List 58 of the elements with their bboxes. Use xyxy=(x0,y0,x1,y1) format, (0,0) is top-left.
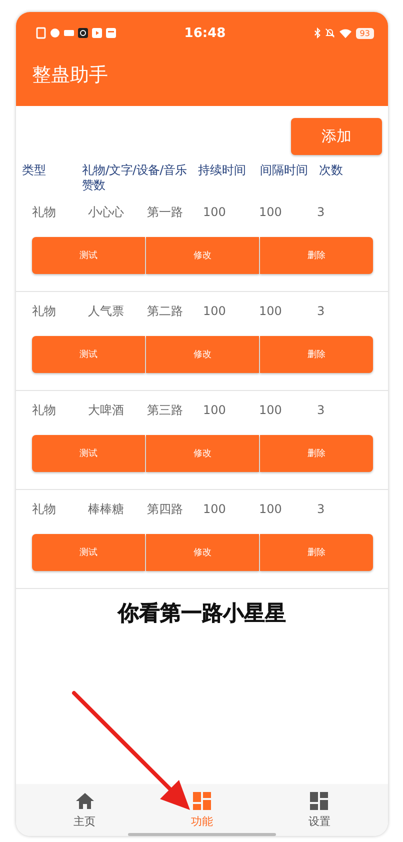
table-cell-text: 100 xyxy=(203,502,227,516)
table-cell-text: 100 xyxy=(203,304,227,318)
column-header: 持续时间 xyxy=(198,163,247,178)
test-button[interactable]: 测试 xyxy=(32,534,145,571)
table-cell-text: 第四路 xyxy=(147,500,184,518)
edit-button[interactable]: 修改 xyxy=(146,435,259,472)
column-header: 类型 xyxy=(22,163,47,178)
column-header: 礼物/文字/设备/音乐赞数 xyxy=(82,163,188,193)
table-cell-text: 3 xyxy=(317,205,326,219)
column-header: 间隔时间 xyxy=(260,163,309,178)
table-cell-text: 100 xyxy=(203,403,227,417)
play-icon xyxy=(92,27,102,39)
table-cell-text: 棒棒糖 xyxy=(88,500,125,518)
table-cell-text: 3 xyxy=(317,403,326,417)
table-cell-text: 100 xyxy=(259,502,283,516)
nav-tab[interactable]: 功能 xyxy=(162,784,242,836)
test-button[interactable]: 测试 xyxy=(32,435,145,472)
status-time: 16:48 xyxy=(184,26,226,40)
table-cell-text: 第三路 xyxy=(147,402,184,418)
mute-icon xyxy=(324,27,335,39)
edit-button[interactable]: 修改 xyxy=(146,534,259,571)
dashboard-icon xyxy=(309,791,330,811)
table-cell-text: 礼物 xyxy=(32,402,57,418)
table-cell-text: 3 xyxy=(317,304,326,318)
column-header: 次数 xyxy=(319,163,344,178)
subtitle-caption: 你看第一路小星星 xyxy=(118,600,286,627)
home-icon xyxy=(74,791,95,811)
delete-button[interactable]: 删除 xyxy=(260,534,373,571)
table-cell-text: 100 xyxy=(259,205,283,219)
bluetooth-icon xyxy=(314,27,321,39)
table-cell-text: 大啤酒 xyxy=(88,402,125,418)
app-icon xyxy=(78,27,88,39)
battery-indicator: 93 xyxy=(356,28,374,38)
edit-button[interactable]: 修改 xyxy=(146,336,259,373)
nav-tab[interactable]: 主页 xyxy=(44,784,125,836)
table-cell-text: 礼物 xyxy=(32,204,57,220)
table-cell-text: 小心心 xyxy=(88,204,125,220)
delete-button[interactable]: 删除 xyxy=(260,237,373,274)
table-cell-text: 礼物 xyxy=(32,302,57,320)
edit-button[interactable]: 修改 xyxy=(146,237,259,274)
table-cell-text: 第二路 xyxy=(147,302,184,320)
table-cell-text: 100 xyxy=(259,403,283,417)
table-cell-text: 人气票 xyxy=(88,302,125,320)
table-cell-text: 礼物 xyxy=(32,500,57,518)
test-button[interactable]: 测试 xyxy=(32,237,145,274)
table-cell-text: 3 xyxy=(317,502,326,516)
app-title: 整蛊助手 xyxy=(31,63,109,88)
nav-tab[interactable]: 设置 xyxy=(279,784,360,836)
delete-button[interactable]: 删除 xyxy=(260,435,373,472)
wifi-icon xyxy=(338,28,352,38)
table-cell-text: 100 xyxy=(203,205,227,219)
grid-icon xyxy=(192,791,212,811)
add-button[interactable]: 添加 xyxy=(291,118,382,155)
file-icon xyxy=(36,27,46,39)
delete-button[interactable]: 删除 xyxy=(260,336,373,373)
table-cell-text: 第一路 xyxy=(147,204,184,220)
table-cell-text: 100 xyxy=(259,304,283,318)
test-button[interactable]: 测试 xyxy=(32,336,145,373)
